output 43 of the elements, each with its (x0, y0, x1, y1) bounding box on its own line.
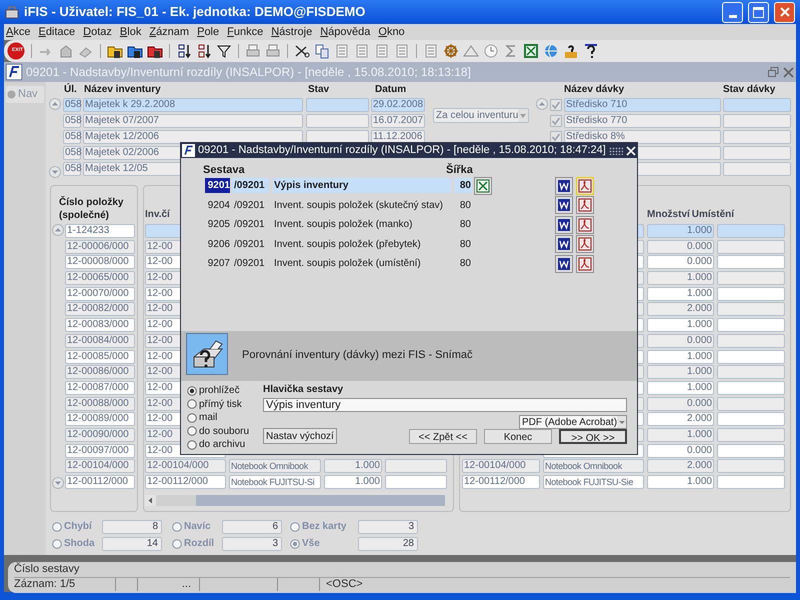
column-header: Šířka (446, 162, 473, 176)
column-header: Datum (375, 83, 408, 97)
report-width: 80 (454, 178, 472, 194)
counter-field: 3 (358, 520, 418, 534)
record-counter: Záznam: 1/5 (14, 578, 116, 591)
column-header: Inv.čí (145, 208, 170, 222)
counter-label: Vše (302, 537, 321, 551)
report-code: /09201 (233, 238, 266, 252)
report-width: 80 (458, 257, 472, 272)
report-width: 80 (458, 198, 472, 213)
counter-label: Bez karty (302, 520, 348, 534)
column-header: Stav dávky (723, 83, 776, 97)
report-code: /09201 (233, 257, 266, 272)
report-code: /09201 (232, 178, 269, 194)
report-code: /09201 (233, 218, 266, 232)
dialog-title: 09201 - Nadstavby/Inventurní rozdíly (INSALPOR) - [neděle , 15.08.2010; 18:47:24] (198, 143, 606, 158)
counter-label: Shoda (64, 537, 96, 551)
counter-field: 6 (222, 520, 282, 534)
column-header: Stav (308, 83, 330, 97)
counter-field: 28 (358, 536, 418, 550)
column-header: Množství (647, 208, 690, 222)
report-code: /09201 (233, 198, 266, 213)
field-label: Hlavička sestavy (263, 384, 344, 396)
report-description: Porovnání inventury (dávky) mezi FIS - Snímač (242, 348, 472, 363)
status-hint: Číslo sestavy (14, 562, 80, 577)
mode-indicator: <OSC> (325, 578, 363, 591)
column-header: Umístění (692, 208, 734, 222)
report-width: 80 (458, 218, 472, 232)
counter-label: Navíc (184, 520, 212, 534)
column-header: Sestava (203, 163, 246, 176)
status-field: ... (138, 578, 200, 591)
column-header: Název dávky (564, 83, 626, 97)
report-width: 80 (458, 238, 472, 252)
counter-label: Rozdíl (184, 537, 215, 551)
counter-field: 8 (102, 520, 162, 534)
counter-field: 14 (102, 536, 162, 550)
counter-label: Chybí (64, 520, 93, 534)
column-header: Název inventury (84, 83, 162, 97)
counter-field: 3 (222, 536, 282, 550)
form-title: 09201 - Nadstavby/Inventurní rozdíly (INSALPOR) - [neděle , 15.08.2010; 18:13:18] (26, 64, 472, 81)
column-header: Úl. (64, 82, 78, 97)
column-header: Číslo položky (společné) (58, 195, 124, 223)
window-title: iFIS - Uživatel: FIS_01 - Ek. jednotka: DEMO@FISDEMO (24, 3, 366, 22)
